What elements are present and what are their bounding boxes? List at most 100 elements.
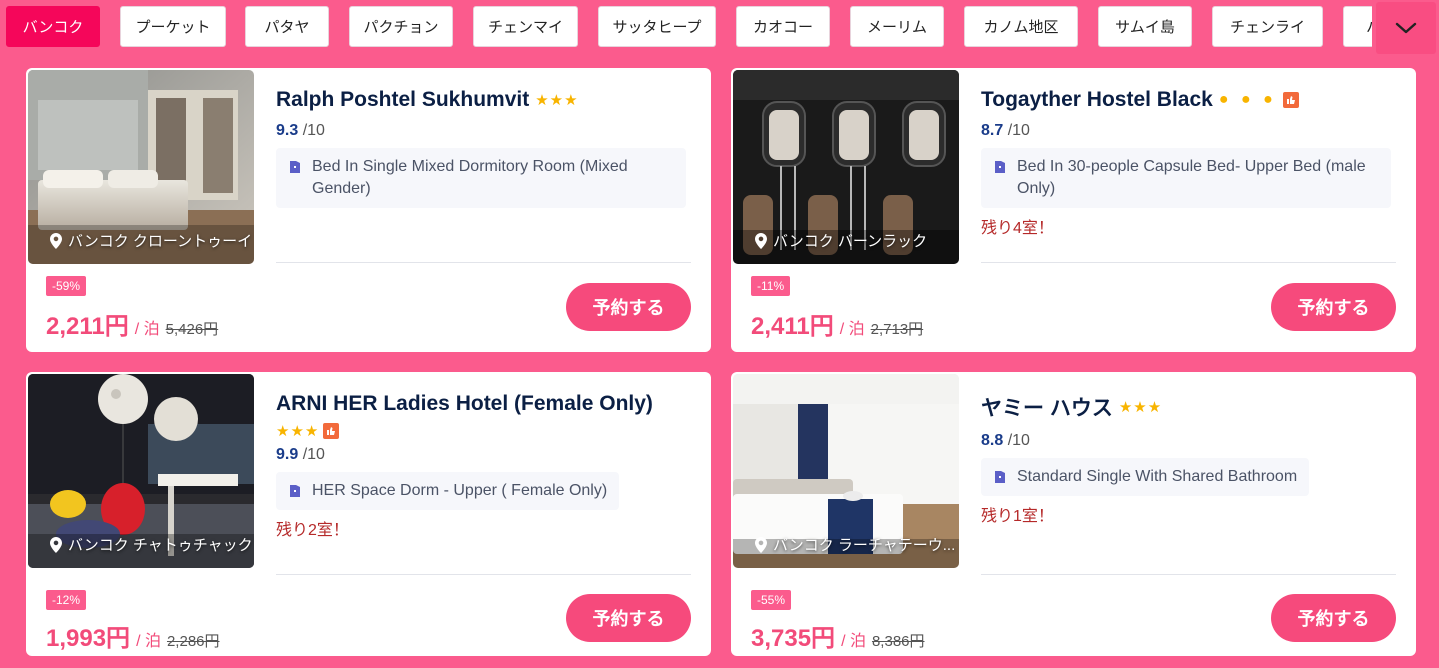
price-block: 3,735円 / 泊 8,386円	[751, 618, 925, 653]
dot-rating-icon: ● ● ●	[1218, 91, 1277, 108]
discount-badge: -12%	[46, 590, 87, 610]
tab-khanom[interactable]: カノム地区	[964, 6, 1078, 47]
score-max: /10	[302, 446, 325, 463]
tab-pattaya[interactable]: パタヤ	[245, 6, 329, 47]
tab-mae-rim[interactable]: メーリム	[850, 6, 944, 47]
hotel-name[interactable]: ヤミー ハウス ★★★	[981, 392, 1396, 422]
rating-row: ★★★	[276, 422, 691, 440]
more-tabs-button[interactable]	[1372, 0, 1439, 56]
room-type-box: HER Space Dorm - Upper ( Female Only)	[276, 472, 620, 510]
review-score: 9.3 /10	[276, 122, 691, 140]
hotel-photo[interactable]: バンコク チャトゥチャック	[28, 374, 254, 568]
per-night-label: / 泊	[136, 633, 161, 650]
hotel-name[interactable]: ARNI HER Ladies Hotel (Female Only)	[276, 392, 691, 416]
tab-chiang-rai[interactable]: チェンライ	[1212, 6, 1323, 47]
hotel-name[interactable]: Ralph Poshtel Sukhumvit ★★★	[276, 88, 691, 112]
price-amount: 2,211円	[46, 313, 129, 340]
original-price: 5,426円	[165, 321, 219, 338]
thumbs-up-icon	[323, 423, 340, 439]
discount-badge: -11%	[751, 276, 791, 296]
rooms-left: 残り4室！	[981, 220, 1054, 237]
hotel-location-text: バンコク バーンラック	[773, 233, 928, 250]
map-pin-icon	[50, 232, 62, 249]
door-icon	[995, 471, 1005, 483]
price-block: 2,211円 / 泊 5,426円	[46, 306, 218, 341]
hotel-name[interactable]: Togayther Hostel Black ● ● ●	[981, 88, 1396, 112]
hotel-location-text: バンコク チャトゥチャック	[68, 537, 253, 554]
original-price: 8,386円	[871, 633, 925, 650]
hotel-photo[interactable]: バンコク クローントゥーイ	[28, 70, 254, 264]
per-night-label: / 泊	[134, 321, 160, 338]
door-icon	[290, 485, 300, 497]
room-type-box: Standard Single With Shared Bathroom	[981, 458, 1310, 496]
hotel-location-text: バンコク ラーチャテーウ...	[773, 537, 956, 554]
tab-koh-samui[interactable]: サムイ島	[1098, 6, 1192, 47]
hotel-name-text[interactable]: Ralph Poshtel Sukhumvit	[276, 88, 529, 112]
divider	[276, 262, 691, 263]
tab-sattahip[interactable]: サッタヒープ	[598, 6, 716, 47]
book-button[interactable]: 予約する	[566, 594, 691, 642]
divider	[981, 574, 1396, 575]
hotel-photo[interactable]: バンコク バーンラック	[733, 70, 959, 264]
thumbs-up-icon	[1282, 92, 1299, 108]
door-icon	[995, 161, 1005, 173]
hotel-card[interactable]: バンコク ラーチャテーウ... ヤミー ハウス ★★★ 8.8 /10 Stan…	[731, 372, 1416, 656]
score-value: 9.9	[276, 446, 299, 463]
price-amount: 2,411円	[751, 313, 834, 340]
per-night-label: / 泊	[841, 633, 866, 650]
room-type: Bed In Single Mixed Dormitory Room (Mixe…	[312, 158, 628, 197]
rooms-left: 残り2室！	[276, 522, 349, 539]
hotel-name-text[interactable]: ヤミー ハウス	[981, 392, 1113, 422]
star-rating-icon: ★★★	[535, 92, 579, 109]
price-block: 2,411円 / 泊 2,713円	[751, 306, 923, 341]
hotel-name-text[interactable]: Togayther Hostel Black	[981, 88, 1213, 112]
original-price: 2,713円	[870, 321, 924, 338]
hotel-name-text[interactable]: ARNI HER Ladies Hotel (Female Only)	[276, 392, 653, 416]
score-value: 8.8	[981, 432, 1004, 449]
tab-phuket[interactable]: プーケット	[120, 6, 226, 47]
score-max: /10	[302, 122, 325, 139]
score-max: /10	[1007, 432, 1030, 449]
star-rating-icon: ★★★	[1118, 399, 1163, 416]
price-amount: 3,735円	[751, 625, 836, 652]
rooms-left: 残り1室！	[981, 508, 1054, 525]
tab-khao-kho[interactable]: カオコー	[736, 6, 830, 47]
discount-badge: -59%	[46, 276, 87, 296]
per-night-label: / 泊	[839, 321, 865, 338]
hotel-location-text: バンコク クローントゥーイ	[68, 233, 253, 250]
chevron-down-icon	[1395, 22, 1416, 34]
room-type-box: Bed In Single Mixed Dormitory Room (Mixe…	[276, 148, 686, 208]
score-max: /10	[1007, 122, 1030, 139]
room-type-box: Bed In 30-people Capsule Bed- Upper Bed …	[981, 148, 1391, 208]
hotel-location: バンコク ラーチャテーウ...	[755, 534, 955, 555]
room-type: Bed In 30-people Capsule Bed- Upper Bed …	[1017, 158, 1366, 197]
tab-chiang-mai[interactable]: チェンマイ	[473, 6, 578, 47]
review-score: 9.9 /10	[276, 446, 691, 464]
door-icon	[290, 161, 300, 173]
divider	[981, 262, 1396, 263]
hotel-location: バンコク バーンラック	[755, 230, 927, 251]
map-pin-icon	[50, 536, 62, 553]
hotel-location: バンコク クローントゥーイ	[50, 230, 252, 251]
score-value: 8.7	[981, 122, 1004, 139]
discount-badge: -55%	[751, 590, 792, 610]
city-tab-bar: バンコク プーケット パタヤ パクチョン チェンマイ サッタヒープ カオコー メ…	[0, 0, 1439, 56]
book-button[interactable]: 予約する	[1271, 594, 1396, 642]
score-value: 9.3	[276, 122, 299, 139]
tab-pak-chong[interactable]: パクチョン	[349, 6, 453, 47]
price-block: 1,993円 / 泊 2,286円	[46, 618, 220, 653]
hotel-location: バンコク チャトゥチャック	[50, 534, 253, 555]
hotel-photo[interactable]: バンコク ラーチャテーウ...	[733, 374, 959, 568]
map-pin-icon	[755, 536, 767, 553]
original-price: 2,286円	[166, 633, 220, 650]
hotel-card[interactable]: バンコク バーンラック Togayther Hostel Black ● ● ●…	[731, 68, 1416, 352]
hotel-card[interactable]: バンコク チャトゥチャック ARNI HER Ladies Hotel (Fem…	[26, 372, 711, 656]
book-button[interactable]: 予約する	[566, 283, 691, 331]
map-pin-icon	[755, 232, 767, 249]
star-rating-icon: ★★★	[276, 423, 320, 440]
hotel-card[interactable]: バンコク クローントゥーイ Ralph Poshtel Sukhumvit ★★…	[26, 68, 711, 352]
room-type: HER Space Dorm - Upper ( Female Only)	[312, 482, 608, 499]
tab-bangkok[interactable]: バンコク	[6, 6, 100, 47]
price-amount: 1,993円	[46, 625, 131, 652]
book-button[interactable]: 予約する	[1271, 283, 1396, 331]
